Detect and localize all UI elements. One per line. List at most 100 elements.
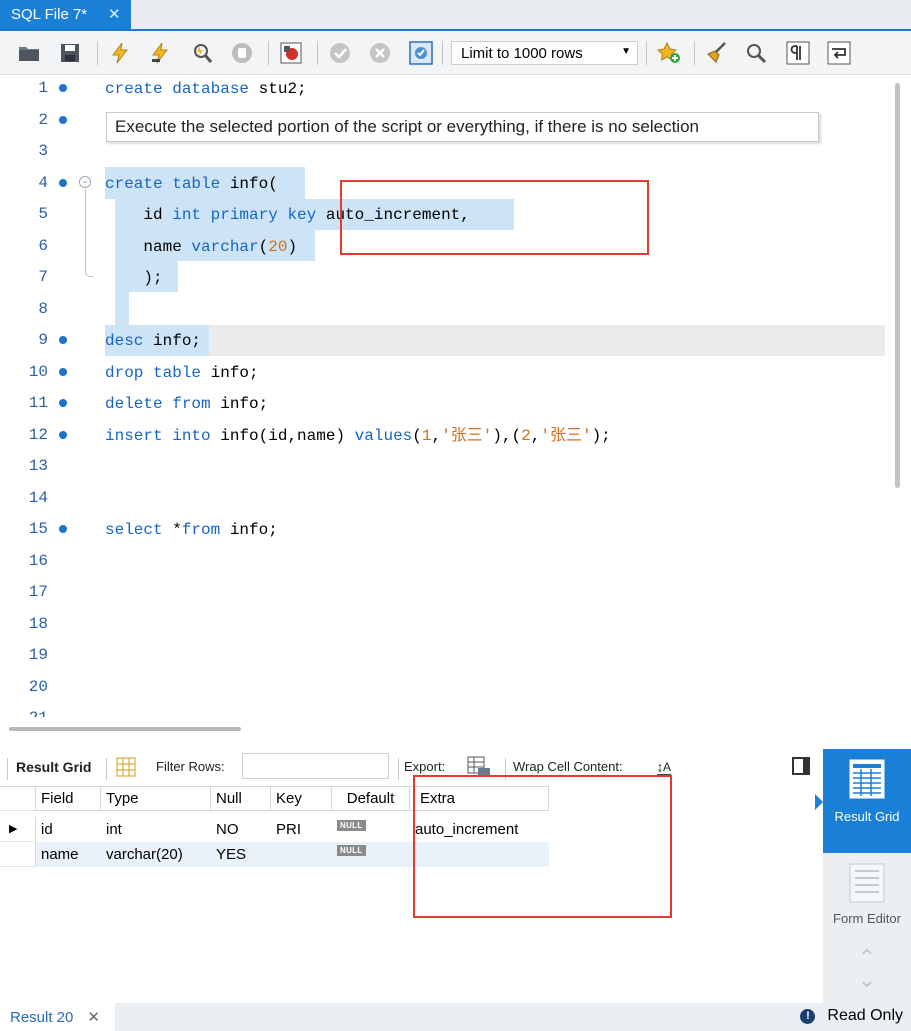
cell-null[interactable]: NO bbox=[211, 817, 271, 842]
line-number: 6 bbox=[38, 237, 48, 255]
code-line-10: drop table info; bbox=[105, 364, 259, 382]
word-wrap-icon[interactable] bbox=[826, 40, 852, 66]
explain-magnifier-icon[interactable] bbox=[189, 40, 215, 66]
code-line-4: create table info( bbox=[105, 175, 278, 193]
statement-marker-dot bbox=[59, 431, 67, 439]
commit-check-icon[interactable] bbox=[327, 40, 353, 66]
line-number: 3 bbox=[38, 142, 48, 160]
fold-guide bbox=[85, 189, 93, 277]
toggle-side-panel-icon[interactable] bbox=[792, 757, 810, 775]
fold-toggle-icon[interactable]: − bbox=[79, 176, 91, 188]
line-number: 1 bbox=[38, 79, 48, 97]
limit-rows-select[interactable]: Limit to 1000 rows ▼ bbox=[451, 41, 638, 65]
chevron-down-icon: ▼ bbox=[621, 46, 631, 57]
side-result-grid-label: Result Grid bbox=[834, 809, 900, 824]
result-toolbar: Result Grid Filter Rows: Export: Wrap Ce… bbox=[0, 749, 823, 787]
line-number: 8 bbox=[38, 300, 48, 318]
line-number: 9 bbox=[38, 331, 48, 349]
row-selector[interactable]: ▶ bbox=[0, 817, 36, 842]
execute-lightning-icon[interactable] bbox=[107, 40, 133, 66]
cell-field[interactable]: id bbox=[36, 817, 101, 842]
cell-type[interactable]: int bbox=[101, 817, 211, 842]
statement-marker-dot bbox=[59, 179, 67, 187]
line-number: 5 bbox=[38, 205, 48, 223]
scrollbar-thumb[interactable] bbox=[895, 83, 900, 488]
column-header[interactable]: Key bbox=[271, 786, 332, 811]
statement-marker-dot bbox=[59, 399, 67, 407]
autocommit-toggle-icon[interactable] bbox=[408, 40, 434, 66]
stop-on-error-icon[interactable] bbox=[278, 40, 304, 66]
side-form-editor-button[interactable]: Form Editor bbox=[823, 857, 911, 947]
column-header[interactable]: Default bbox=[332, 786, 410, 811]
line-number: 21 bbox=[0, 709, 48, 717]
wrap-cell-toggle-icon[interactable]: ↨A bbox=[657, 760, 672, 775]
cell-key[interactable] bbox=[271, 842, 332, 867]
find-magnifier-icon[interactable] bbox=[743, 40, 769, 66]
result-side-panel: Result Grid Form Editor ⌃ ⌄ bbox=[815, 749, 911, 1003]
close-icon[interactable]: ✕ bbox=[108, 5, 121, 23]
tab-sql-file[interactable]: SQL File 7* ✕ bbox=[0, 0, 131, 29]
invisible-characters-icon[interactable] bbox=[785, 40, 811, 66]
grid-layout-icon[interactable] bbox=[116, 757, 136, 780]
editor-vertical-scrollbar[interactable] bbox=[885, 75, 911, 717]
side-form-editor-label: Form Editor bbox=[833, 911, 901, 926]
chevron-up-icon[interactable]: ⌃ bbox=[823, 947, 911, 969]
null-badge: NULL bbox=[337, 845, 366, 856]
statement-marker-dot bbox=[59, 525, 67, 533]
beautify-broom-icon[interactable] bbox=[704, 40, 730, 66]
code-line-7: ); bbox=[105, 269, 163, 287]
null-badge: NULL bbox=[337, 820, 366, 831]
read-only-label: Read Only bbox=[827, 1007, 903, 1024]
cell-default[interactable]: NULL bbox=[332, 842, 410, 867]
filter-rows-label: Filter Rows: bbox=[156, 759, 225, 774]
sql-editor[interactable]: 1 2 3 4 5 6 7 8 9 10 11 12 13 14 15 16 1… bbox=[0, 75, 885, 717]
stop-hand-icon[interactable] bbox=[229, 40, 255, 66]
tab-title: SQL File 7* bbox=[11, 6, 88, 23]
line-number: 11 bbox=[28, 394, 48, 412]
line-number: 13 bbox=[28, 457, 48, 475]
line-number: 18 bbox=[28, 615, 48, 633]
row-selector[interactable] bbox=[0, 842, 36, 867]
side-scroll-arrows[interactable]: ⌃ ⌄ bbox=[823, 947, 911, 997]
open-folder-icon[interactable] bbox=[16, 40, 42, 66]
code-line-6: name varchar(20) bbox=[105, 238, 298, 256]
annotation-box-auto-increment bbox=[340, 180, 649, 255]
save-icon[interactable] bbox=[57, 40, 83, 66]
info-icon: ! bbox=[800, 1008, 816, 1024]
code-line-1: create database stu2; bbox=[105, 80, 307, 98]
result-tab[interactable]: Result 20 ✕ bbox=[0, 1003, 115, 1031]
line-number: 19 bbox=[28, 646, 48, 664]
close-icon[interactable]: ✕ bbox=[87, 1008, 100, 1026]
line-number: 16 bbox=[28, 552, 48, 570]
column-header[interactable]: Null bbox=[211, 786, 271, 811]
scrollbar-thumb[interactable] bbox=[9, 727, 241, 731]
code-line-15: select *from info; bbox=[105, 521, 278, 539]
cell-field[interactable]: name bbox=[36, 842, 101, 867]
code-line-11: delete from info; bbox=[105, 395, 269, 413]
side-result-grid-button[interactable]: Result Grid bbox=[823, 749, 911, 853]
bookmark-star-icon[interactable] bbox=[656, 40, 682, 66]
chevron-down-icon[interactable]: ⌄ bbox=[823, 969, 911, 991]
limit-rows-value: Limit to 1000 rows bbox=[461, 44, 583, 62]
execute-current-statement-icon[interactable] bbox=[148, 40, 174, 66]
filter-rows-input[interactable] bbox=[242, 753, 389, 779]
cell-default[interactable]: NULL bbox=[332, 817, 410, 842]
rollback-x-icon[interactable] bbox=[367, 40, 393, 66]
export-label: Export: bbox=[404, 759, 446, 774]
result-grid-tab[interactable]: Result Grid bbox=[16, 759, 91, 775]
current-line-highlight bbox=[105, 325, 885, 356]
editor-horizontal-scrollbar[interactable] bbox=[0, 717, 911, 749]
cell-type[interactable]: varchar(20) bbox=[101, 842, 211, 867]
column-header[interactable]: Type bbox=[101, 786, 211, 811]
result-grid-icon bbox=[849, 759, 885, 799]
statement-marker-dot bbox=[59, 116, 67, 124]
cell-null[interactable]: YES bbox=[211, 842, 271, 867]
statement-marker-dot bbox=[59, 84, 67, 92]
statement-marker-dot bbox=[59, 336, 67, 344]
current-row-arrow-icon: ▶ bbox=[9, 823, 18, 835]
line-number: 4 bbox=[38, 174, 48, 192]
line-number: 2 bbox=[38, 111, 48, 129]
column-header[interactable]: Field bbox=[36, 786, 101, 811]
cell-key[interactable]: PRI bbox=[271, 817, 332, 842]
execute-tooltip: Execute the selected portion of the scri… bbox=[106, 112, 819, 142]
